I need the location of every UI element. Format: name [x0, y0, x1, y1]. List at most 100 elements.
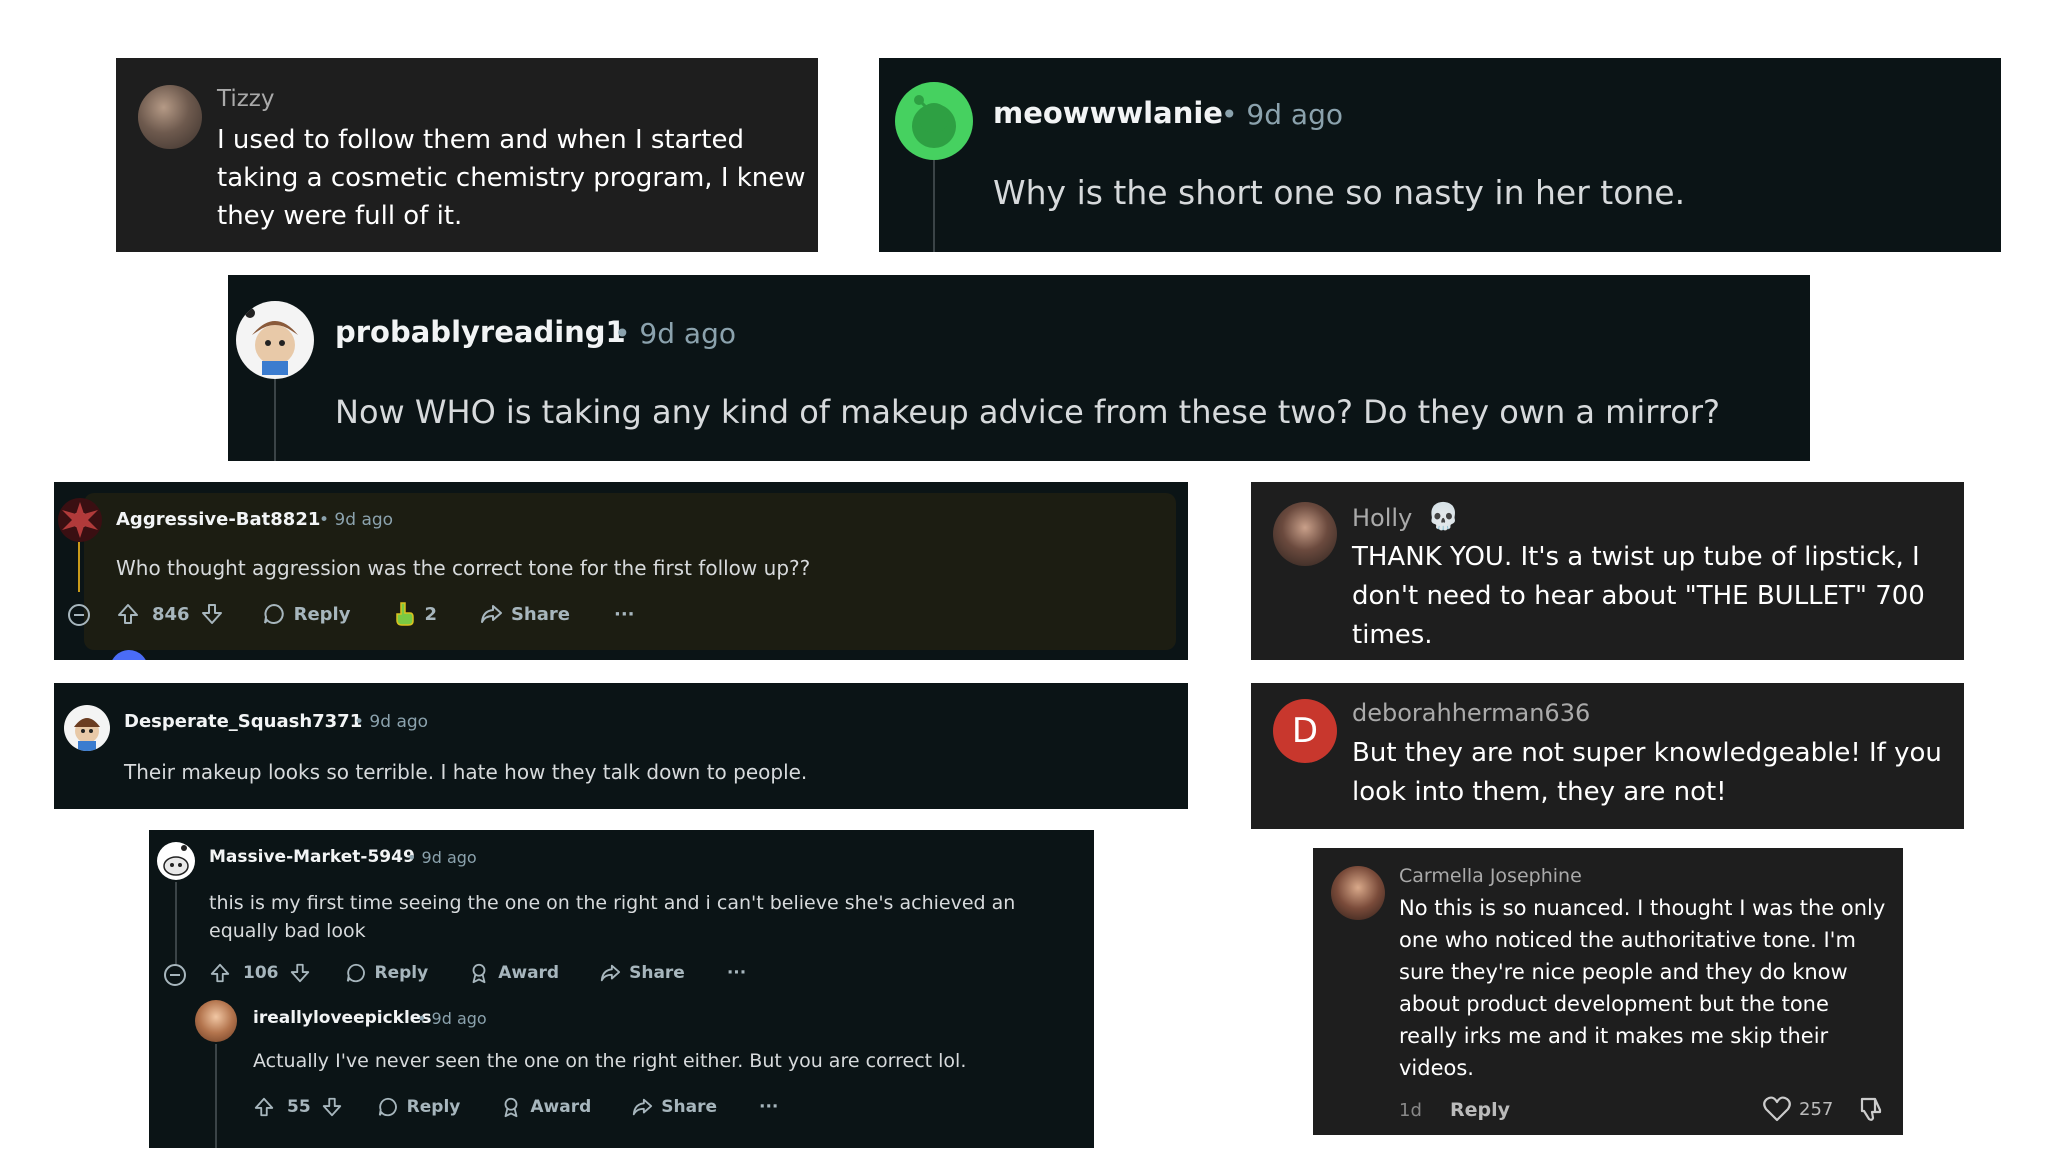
downvote-button[interactable]: [200, 602, 224, 626]
upvote-icon: [210, 963, 230, 983]
comment-actions: 106 Reply Award Share ···: [209, 960, 746, 986]
downvote-button[interactable]: [321, 1096, 343, 1118]
comment-body: this is my first time seeing the one on …: [209, 892, 1016, 942]
collapse-thread-icon[interactable]: [68, 604, 90, 626]
thread-line[interactable]: [274, 379, 276, 461]
avatar[interactable]: [157, 842, 195, 880]
reply-label: Reply: [293, 603, 351, 625]
reply-button[interactable]: Reply: [1450, 1099, 1510, 1121]
comment-author[interactable]: Carmella Josephine: [1399, 865, 1582, 887]
award-label: Award: [498, 963, 560, 983]
comment-card-aggressive-bat: Aggressive-Bat8821 • 9d ago Who thought …: [54, 482, 1188, 660]
vote-count: 106: [243, 963, 279, 983]
award-label: Award: [530, 1097, 592, 1117]
comment-card-desperate-squash: Desperate_Squash7371 • 9d ago Their make…: [54, 683, 1188, 809]
comment-card-massive-market: Massive-Market-5949 • 9d ago this is my …: [149, 830, 1094, 1148]
downvote-icon: [201, 604, 222, 624]
avatar[interactable]: [58, 498, 102, 542]
comment-body: I used to follow them and when I started…: [217, 125, 806, 231]
comment-author[interactable]: meowwwlanie: [993, 96, 1223, 130]
share-button[interactable]: Share: [631, 1096, 717, 1118]
comment-author[interactable]: Massive-Market-5949: [209, 847, 415, 867]
upvote-icon: [254, 1097, 274, 1117]
reply-author[interactable]: ireallyloveepickles: [253, 1008, 431, 1028]
comment-age: 1d: [1399, 1100, 1422, 1121]
reply-bubble-icon: [346, 963, 365, 983]
award-button[interactable]: Award: [500, 1096, 591, 1118]
comment-body: Now WHO is taking any kind of makeup adv…: [335, 393, 1720, 431]
avatar[interactable]: [138, 85, 202, 149]
like-button[interactable]: 257: [1763, 1096, 1833, 1122]
comment-timestamp: • 9d ago: [354, 712, 429, 732]
reply-button[interactable]: Reply: [377, 1096, 460, 1118]
avatar[interactable]: [895, 82, 973, 160]
avatar[interactable]: D: [1273, 699, 1337, 763]
snoo-avatar-icon: [912, 95, 956, 148]
comment-author[interactable]: Desperate_Squash7371: [124, 711, 362, 732]
reply-timestamp: • 9d ago: [417, 1009, 487, 1028]
comment-body: But they are not super knowledgeable! If…: [1352, 738, 1942, 807]
pointing-hand-award-icon: [396, 602, 415, 626]
reply-body: Actually I've never seen the one on the …: [253, 1050, 967, 1072]
more-options-button[interactable]: ···: [614, 604, 635, 625]
snoo-avatar-icon: [74, 718, 100, 751]
downvote-icon: [290, 963, 309, 983]
share-button[interactable]: Share: [599, 962, 685, 984]
upvote-button[interactable]: [116, 602, 140, 626]
comment-author[interactable]: Tizzy: [217, 86, 275, 112]
avatar-letter: D: [1291, 711, 1319, 751]
vote-count: 55: [287, 1097, 311, 1117]
collapse-thread-icon[interactable]: [164, 964, 186, 986]
thread-line[interactable]: [933, 160, 935, 252]
comment-author[interactable]: Aggressive-Bat8821: [116, 509, 320, 530]
award-button[interactable]: 2: [392, 601, 437, 627]
snoo-avatar-icon: [163, 845, 189, 876]
share-label: Share: [629, 963, 685, 983]
more-options-button[interactable]: ···: [727, 963, 746, 983]
avatar[interactable]: [236, 301, 314, 379]
next-reply-avatar[interactable]: [110, 650, 148, 660]
downvote-button[interactable]: [289, 962, 311, 984]
thread-line[interactable]: [78, 542, 80, 592]
avatar[interactable]: [1273, 502, 1337, 566]
award-count: 2: [424, 603, 437, 625]
comment-card-tizzy: Tizzy I used to follow them and when I s…: [116, 58, 818, 252]
avatar[interactable]: [1331, 866, 1385, 920]
comment-timestamp: • 9d ago: [319, 510, 394, 530]
thumbs-down-icon: [1860, 1097, 1882, 1121]
award-button[interactable]: Award: [468, 962, 559, 984]
comment-body: Who thought aggression was the correct t…: [116, 556, 811, 580]
heart-icon: [1763, 1096, 1791, 1122]
comment-body: Why is the short one so nasty in her ton…: [993, 173, 1686, 212]
award-ribbon-icon: [504, 1097, 518, 1118]
thread-line[interactable]: [215, 1044, 217, 1148]
share-icon: [633, 1098, 653, 1116]
award-ribbon-icon: [472, 963, 486, 984]
reply-button[interactable]: Reply: [262, 602, 351, 626]
comment-card-probablyreading1: probablyreading1 • 9d ago Now WHO is tak…: [228, 275, 1810, 461]
reply-button[interactable]: Reply: [345, 962, 428, 984]
reply-bubble-icon: [378, 1097, 397, 1117]
dislike-button[interactable]: [1858, 1096, 1884, 1126]
comment-body: No this is so nuanced. I thought I was t…: [1399, 896, 1886, 1080]
share-icon: [600, 964, 621, 982]
comment-author[interactable]: deborahherman636: [1352, 699, 1590, 727]
share-label: Share: [661, 1097, 717, 1117]
comment-actions: 846 Reply 2 Share ···: [116, 600, 635, 628]
comment-author[interactable]: Holly: [1352, 504, 1412, 532]
comment-timestamp: • 9d ago: [614, 317, 736, 350]
share-label: Share: [510, 603, 570, 625]
upvote-button[interactable]: [253, 1096, 275, 1118]
vote-count: 846: [152, 603, 190, 625]
snoo-avatar-icon: [245, 308, 298, 375]
reply-avatar[interactable]: [195, 1000, 237, 1042]
share-button[interactable]: Share: [479, 602, 570, 626]
comment-author[interactable]: probablyreading1: [335, 315, 626, 349]
avatar[interactable]: [64, 705, 110, 751]
comment-card-carmella: Carmella Josephine No this is so nuanced…: [1313, 848, 1903, 1135]
comment-timestamp: • 9d ago: [407, 848, 477, 867]
upvote-button[interactable]: [209, 962, 231, 984]
demogorgon-avatar-icon: [62, 502, 98, 538]
reply-actions: 55 Reply Award Share ···: [253, 1094, 778, 1120]
more-options-button[interactable]: ···: [759, 1097, 778, 1117]
